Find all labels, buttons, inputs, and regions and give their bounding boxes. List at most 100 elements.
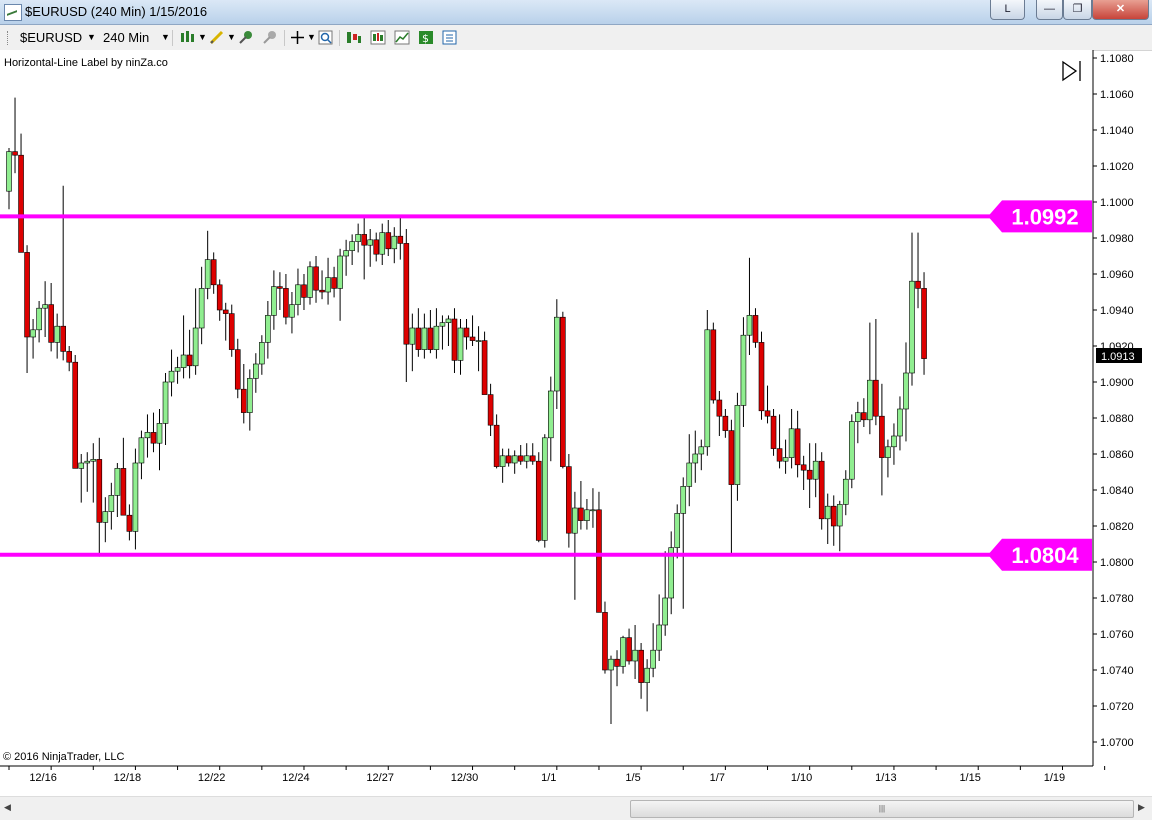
candle-body-down bbox=[451, 318, 458, 361]
candle bbox=[770, 409, 777, 456]
candle-body-up bbox=[698, 446, 705, 455]
zoom-icon[interactable] bbox=[318, 30, 333, 45]
candle-body-down bbox=[481, 340, 488, 395]
x-tick-label: 12/27 bbox=[366, 772, 394, 784]
candle-body-up bbox=[445, 318, 452, 323]
candle-body-down bbox=[301, 284, 307, 298]
drawing-tool-icon[interactable] bbox=[209, 30, 224, 45]
instrument-selector[interactable]: $EURUSD bbox=[20, 30, 82, 45]
close-icon[interactable]: ✕ bbox=[1092, 0, 1149, 20]
pin-icon[interactable] bbox=[238, 30, 253, 45]
candle-body-down bbox=[228, 313, 235, 350]
y-axis-ticks: 1.1080 1.1060 1.1040 1.1020 1.1000 1.0980 1.09… bbox=[1093, 53, 1134, 749]
link-button[interactable]: L bbox=[990, 0, 1025, 20]
candle-body-down bbox=[776, 448, 783, 462]
candle-body-down bbox=[12, 151, 18, 156]
y-tick-label: 1.0940 bbox=[1100, 305, 1134, 317]
candle bbox=[541, 434, 548, 548]
candle-body-down bbox=[806, 469, 813, 480]
candle-body-up bbox=[162, 381, 169, 424]
candle-body-down bbox=[830, 505, 837, 527]
scroll-left-arrow-icon[interactable]: ◀ bbox=[4, 802, 11, 813]
candle-body-up bbox=[867, 379, 873, 421]
candle-body-up bbox=[644, 667, 650, 683]
candle-body-down bbox=[385, 232, 392, 250]
pin-disabled-icon[interactable] bbox=[262, 30, 277, 45]
candle-body-down bbox=[403, 243, 410, 345]
svg-text:$: $ bbox=[422, 32, 429, 45]
y-tick-label: 1.0760 bbox=[1100, 629, 1134, 641]
candle bbox=[535, 452, 542, 543]
candle-body-up bbox=[788, 428, 795, 458]
candle-body-up bbox=[590, 509, 596, 512]
bar-style-dropdown-icon[interactable]: ▼ bbox=[198, 32, 207, 42]
candle-body-down bbox=[800, 464, 807, 471]
candle-body-up bbox=[247, 378, 253, 413]
y-tick-label: 1.0720 bbox=[1100, 701, 1134, 713]
candle-body-down bbox=[319, 289, 325, 293]
candle-body-up bbox=[325, 277, 331, 293]
x-tick-label: 1/15 bbox=[959, 772, 980, 784]
candle-body-down bbox=[120, 468, 127, 516]
maximize-icon[interactable]: ❐ bbox=[1063, 0, 1092, 20]
candle-body-down bbox=[770, 415, 777, 449]
candle-body-up bbox=[156, 423, 163, 444]
candle-body-down bbox=[283, 288, 289, 318]
candle-body-down bbox=[517, 455, 524, 462]
candle-body-down bbox=[493, 424, 500, 467]
y-tick-label: 1.0780 bbox=[1100, 593, 1134, 605]
candle-body-down bbox=[24, 252, 30, 338]
y-tick-label: 1.1020 bbox=[1100, 161, 1134, 173]
candle-body-up bbox=[114, 468, 121, 496]
interval-dropdown-icon[interactable]: ▼ bbox=[161, 32, 170, 42]
x-tick-label: 1/5 bbox=[625, 772, 640, 784]
y-tick-label: 1.0800 bbox=[1100, 557, 1134, 569]
y-tick-label: 1.0840 bbox=[1100, 485, 1134, 497]
candle-body-up bbox=[891, 435, 897, 448]
scroll-right-arrow-icon[interactable]: ▶ bbox=[1138, 802, 1145, 813]
x-tick-label: 12/16 bbox=[29, 772, 57, 784]
drawing-dropdown-icon[interactable]: ▼ bbox=[227, 32, 236, 42]
candle-body-down bbox=[150, 432, 157, 444]
minimize-icon[interactable]: — bbox=[1036, 0, 1063, 20]
candle-body-down bbox=[463, 327, 470, 338]
crosshair-icon[interactable] bbox=[290, 30, 305, 45]
candle-body-down bbox=[313, 266, 319, 291]
crosshair-dropdown-icon[interactable]: ▼ bbox=[307, 32, 316, 42]
dollar-icon[interactable]: $ bbox=[418, 30, 433, 45]
candle-body-up bbox=[108, 495, 115, 512]
candle-body-down bbox=[469, 336, 476, 341]
chart-icon[interactable] bbox=[394, 30, 410, 45]
candle-body-up bbox=[102, 511, 109, 523]
horizontal-line-label: 1.0804 bbox=[1011, 543, 1079, 568]
y-tick-label: 1.0740 bbox=[1100, 665, 1134, 677]
candle-body-up bbox=[198, 288, 205, 329]
candle-body-up bbox=[6, 151, 12, 192]
bar-style-icon[interactable] bbox=[180, 30, 195, 45]
indicator-icon[interactable] bbox=[370, 30, 386, 45]
candle-body-down bbox=[716, 399, 723, 417]
candle-body-up bbox=[608, 658, 614, 671]
current-price-text: 1.0913 bbox=[1101, 351, 1135, 363]
x-tick-label: 1/7 bbox=[710, 772, 725, 784]
candle-body-down bbox=[626, 637, 632, 662]
candle-body-up bbox=[138, 437, 145, 464]
interval-selector[interactable]: 240 Min bbox=[103, 30, 149, 45]
horizontal-scrollbar[interactable]: ◀ ||| ▶ bbox=[0, 796, 1152, 820]
candle-body-up bbox=[547, 390, 554, 439]
window-title-bar: $EURUSD (240 Min) 1/15/2016 L — ❐ ✕ bbox=[0, 0, 1152, 25]
price-chart[interactable]: 1.1080 1.1060 1.1040 1.1020 1.1000 1.0980 1.09… bbox=[0, 50, 1152, 796]
y-tick-label: 1.0900 bbox=[1100, 377, 1134, 389]
properties-icon[interactable] bbox=[442, 30, 457, 45]
strategy-icon[interactable] bbox=[346, 30, 361, 45]
instrument-dropdown-icon[interactable]: ▼ bbox=[87, 32, 96, 42]
candle-body-up bbox=[295, 284, 301, 305]
candle-body-up bbox=[897, 408, 903, 437]
candle-body-up bbox=[903, 372, 909, 410]
candle-body-down bbox=[638, 649, 644, 683]
scrollbar-thumb[interactable]: ||| bbox=[630, 800, 1134, 818]
candle bbox=[758, 331, 765, 420]
candle-body-down bbox=[879, 415, 885, 458]
candle-body-up bbox=[704, 329, 711, 448]
candle-body-up bbox=[511, 455, 518, 464]
